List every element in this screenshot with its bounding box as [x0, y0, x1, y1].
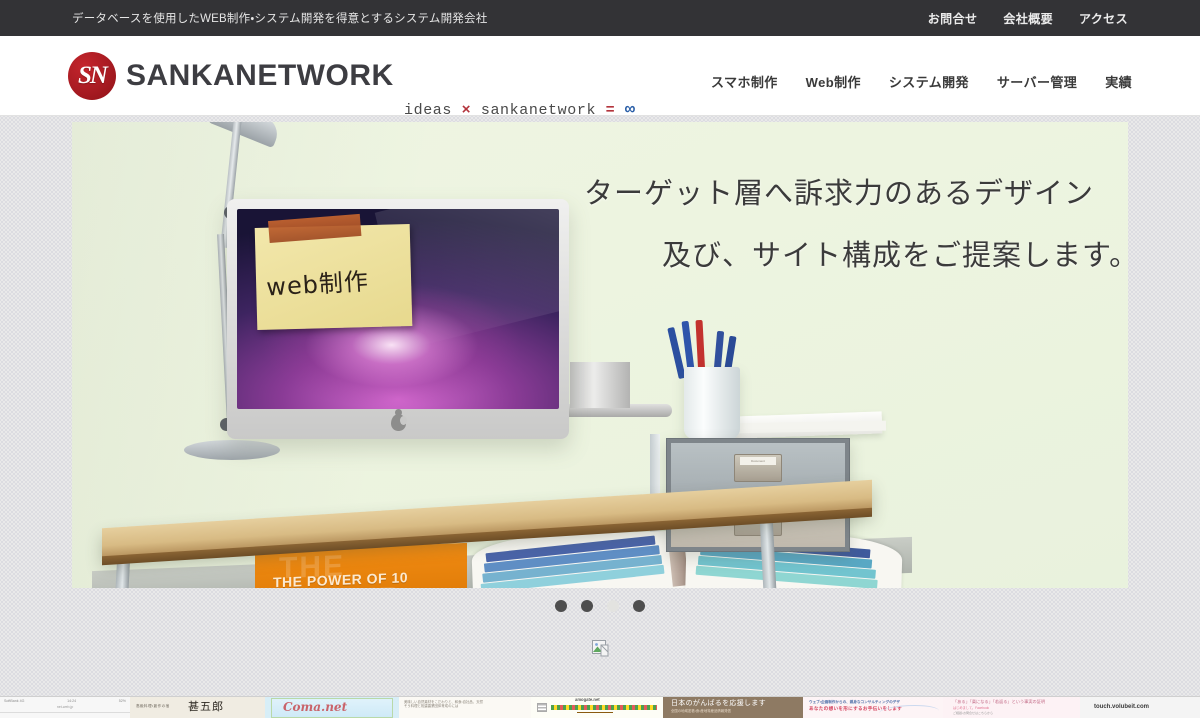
- hero-carousel: web制作 Document Materials: [0, 116, 1200, 618]
- thumb-mobile-url: net-web.jp: [56, 705, 74, 709]
- hero-headline-line2: 及び、サイト構成をご提案します。: [662, 240, 1128, 272]
- thumb-article-line2: そう料理と相違農業団体育成のには: [404, 703, 459, 708]
- logo-monogram: SN: [78, 62, 108, 89]
- nav-item-smartphone[interactable]: スマホ制作: [711, 72, 778, 91]
- site-logo-link[interactable]: SN SANKANETWORK: [68, 52, 394, 100]
- site-tagline: データベースを使用したWEB制作・システム開発を得意とするシステム開発会社: [72, 13, 488, 25]
- thumb-mobile-battery: 52%: [118, 698, 126, 703]
- thumbnail-jingoro[interactable]: 高級料理・創作の宿 甚五郎: [130, 697, 265, 718]
- logo-wordmark: SANKANETWORK: [126, 59, 394, 92]
- thumbnail-coma-net[interactable]: Coma.net: [265, 697, 399, 718]
- broken-image-icon: [592, 640, 609, 657]
- thumb-jingoro-subtitle: 高級料理・創作の宿: [136, 704, 170, 708]
- utility-nav-contact[interactable]: お問合せ: [928, 10, 978, 27]
- top-utility-bar: データベースを使用したWEB制作・システム開発を得意とするシステム開発会社 お問…: [0, 0, 1200, 36]
- logo-circle-icon: SN: [68, 52, 116, 100]
- nav-item-system[interactable]: システム開発: [889, 72, 969, 91]
- desk-lamp-base: [184, 440, 280, 460]
- carousel-dot-2[interactable]: [581, 600, 593, 612]
- utility-nav-access[interactable]: アクセス: [1079, 10, 1128, 27]
- hero-headline-line1: ターゲット層へ訴求力のあるデザイン: [584, 178, 1095, 210]
- site-header: SN SANKANETWORK ideas × sankanetwork = ∞…: [0, 36, 1200, 120]
- imac-stand: [570, 362, 630, 408]
- thumb-volubeit-url: touch.volubeit.com: [1094, 704, 1150, 710]
- thumbnail-ganbare-nippon[interactable]: 日本のがんばるを応援します 全国の地域密着・食・産地特産品情報発信: [663, 697, 803, 718]
- sticky-note: web制作: [254, 213, 413, 331]
- main-nav: スマホ制作 Web制作 システム開発 サーバー管理 実績: [711, 72, 1132, 91]
- thumbnail-volubeit[interactable]: touch.volubeit.com: [1080, 697, 1200, 718]
- thumb-mobile-carrier: SoftBank 4G: [4, 698, 25, 703]
- sticky-note-text: web制作: [265, 267, 370, 302]
- utility-nav-company[interactable]: 会社概要: [1003, 10, 1053, 27]
- thumb-amogate-banner: [551, 705, 657, 710]
- apple-logo-icon: [390, 413, 407, 431]
- thumb-wakagaeru-title: 「ある」「楽になる」「若返る」という事実の証明: [953, 699, 1046, 704]
- hero-copy: ターゲット層へ訴求力のあるデザイン 及び、サイト構成をご提案します。: [584, 170, 1128, 274]
- thumbnail-mobile-screenshot[interactable]: SoftBank 4G 14:24 52% net-web.jp: [0, 697, 130, 718]
- thumb-jingoro-title: 甚五郎: [188, 700, 224, 713]
- thumb-blue-line1: ウェブ・企画制作からの、親身なコンサルティングのデザ: [809, 700, 900, 704]
- carousel-pagination: [0, 600, 1200, 612]
- thumb-article-lines: 美味しい自然素材をこだわりと、和食・自社品、天然 そう料理と相違農業団体育成のに…: [404, 700, 524, 709]
- thumb-mobile-statusbar: SoftBank 4G 14:24 52%: [0, 698, 130, 704]
- drawer-label-top: Document: [740, 457, 776, 465]
- thumb-blue-decoration: [879, 705, 939, 718]
- thumb-coma-title: Coma.net: [283, 700, 348, 714]
- thumb-wakagaeru-subtitle2: ご相談・お問合せはこちらから: [953, 711, 994, 715]
- thumb-amogate-title: amogate.net: [575, 697, 600, 702]
- nav-item-web[interactable]: Web制作: [806, 72, 861, 91]
- imac-computer: web制作: [227, 199, 569, 439]
- thumbnail-text-article[interactable]: 美味しい自然素材をこだわりと、和食・自社品、天然 そう料理と相違農業団体育成のに…: [399, 697, 531, 718]
- drawer-pull-top: Document: [734, 454, 782, 482]
- utility-nav: お問合せ 会社概要 アクセス: [928, 10, 1128, 27]
- carousel-dot-4[interactable]: [633, 600, 645, 612]
- thumb-mobile-time: 14:24: [67, 698, 77, 703]
- thumb-amogate-underline: [577, 712, 613, 713]
- thumbnail-amogate[interactable]: amogate.net: [531, 697, 663, 718]
- thumb-ganbare-title: 日本のがんばるを応援します: [671, 700, 766, 707]
- carousel-dot-3[interactable]: [607, 600, 619, 612]
- carousel-dot-1[interactable]: [555, 600, 567, 612]
- nav-item-server[interactable]: サーバー管理: [997, 72, 1077, 91]
- thumbnail-blue-corporate[interactable]: ウェブ・企画制作からの、親身なコンサルティングのデザ あなたの想いを形にするお手…: [803, 697, 943, 718]
- nav-item-works[interactable]: 実績: [1105, 72, 1132, 91]
- imac-chin: [227, 409, 569, 435]
- hero-slide[interactable]: web制作 Document Materials: [72, 122, 1128, 588]
- work-thumbnail-strip: SoftBank 4G 14:24 52% net-web.jp 高級料理・創作…: [0, 696, 1200, 718]
- thumb-ganbare-subtitle: 全国の地域密着・食・産地特産品情報発信: [671, 709, 731, 713]
- pen-cup: [684, 367, 740, 439]
- thumb-amogate-menu-icon: [537, 703, 547, 712]
- thumbnail-wakagaeru[interactable]: 「ある」「楽になる」「若返る」という事実の証明 はじめまして。Facebook …: [943, 697, 1080, 718]
